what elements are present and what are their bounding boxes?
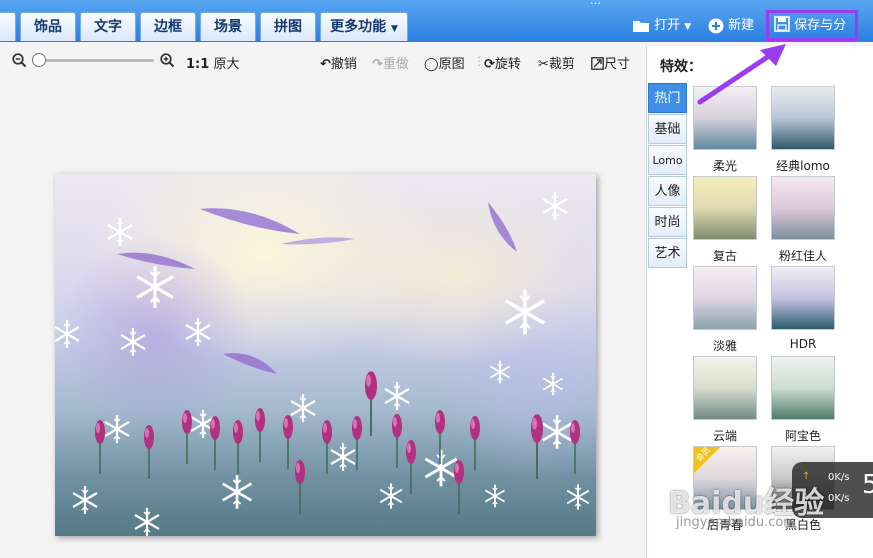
- effect-label: 云端: [712, 429, 737, 443]
- effect-label: 柔光: [712, 159, 737, 173]
- new-label: 新建: [728, 18, 755, 33]
- title-strip-fragment: …: [590, 0, 601, 7]
- tab-more-label: 更多功能: [330, 19, 387, 35]
- tab-border[interactable]: 边框: [140, 12, 196, 41]
- effect-thumbnail[interactable]: [771, 356, 835, 420]
- effects-title: 特效：: [660, 59, 702, 75]
- open-button[interactable]: 打开 ▼: [632, 16, 691, 36]
- zoom-in-icon: [160, 53, 175, 68]
- original-size-label: 原大: [213, 57, 240, 72]
- undo-label: 撤销: [330, 57, 357, 72]
- zoom-out-icon: [12, 53, 27, 68]
- save-icon: [774, 16, 790, 32]
- effect-label: HDR: [789, 337, 817, 351]
- plus-circle-icon: [708, 18, 724, 33]
- effect-label: 淡雅: [712, 339, 737, 353]
- edited-photo[interactable]: [55, 174, 596, 536]
- effect-thumbnail[interactable]: [693, 86, 757, 150]
- folder-icon: [633, 20, 649, 32]
- top-toolbar: … 饰品 文字 边框 场景 拼图 更多功能 ▼ 打开 ▼ 新建 保存与分享: [0, 0, 873, 58]
- tab-collage[interactable]: 拼图: [260, 12, 316, 41]
- category-fashion[interactable]: 时尚: [648, 207, 687, 237]
- category-portrait[interactable]: 人像: [648, 176, 687, 206]
- chevron-down-icon: ▼: [390, 24, 398, 34]
- undo-button[interactable]: ↶撤销: [320, 53, 357, 72]
- effect-label: 复古: [712, 249, 737, 263]
- crop-button[interactable]: ✂裁剪: [538, 53, 575, 72]
- resize-button[interactable]: 尺寸: [591, 53, 630, 72]
- effect-thumbnail[interactable]: [693, 356, 757, 420]
- redo-icon: ↷: [372, 57, 383, 72]
- category-art[interactable]: 艺术: [648, 238, 687, 268]
- open-label: 打开: [654, 18, 681, 33]
- undo-icon: ↶: [320, 57, 331, 72]
- effect-thumbnail[interactable]: [771, 176, 835, 240]
- effect-label: 粉红佳人: [778, 249, 827, 263]
- tab-partial[interactable]: [0, 12, 16, 41]
- rotate-label: 旋转: [494, 57, 521, 72]
- actual-size-button[interactable]: 1:1 原大: [186, 53, 239, 72]
- watermark-url: jingyan.baidu.com: [676, 515, 796, 530]
- zoom-ratio-label: 1:1: [186, 57, 210, 72]
- zoom-out-button[interactable]: [12, 53, 27, 71]
- effect-label: 阿宝色: [784, 429, 821, 443]
- vip-badge: 会员: [694, 447, 720, 473]
- zoom-slider-track[interactable]: [36, 59, 154, 62]
- original-image-button[interactable]: ◯原图: [424, 53, 465, 72]
- download-speed: 0K/s: [828, 493, 850, 504]
- effect-thumbnail[interactable]: [771, 266, 835, 330]
- new-button[interactable]: 新建: [708, 16, 754, 36]
- save-share-button[interactable]: 保存与分享: [766, 10, 858, 58]
- original-label: 原图: [438, 57, 465, 72]
- tab-more-features[interactable]: 更多功能 ▼: [320, 12, 408, 41]
- effect-thumbnail[interactable]: [693, 266, 757, 330]
- speed-percentage-fragment: 5: [862, 470, 873, 500]
- rotate-icon: ⟳: [484, 57, 495, 72]
- crop-label: 裁剪: [548, 57, 575, 72]
- category-basic[interactable]: 基础: [648, 114, 687, 144]
- tab-scene[interactable]: 场景: [200, 12, 256, 41]
- scissors-icon: ✂: [538, 57, 549, 72]
- rotate-button[interactable]: ⟳旋转: [484, 53, 521, 72]
- redo-label: 重做: [382, 57, 409, 72]
- category-hot[interactable]: 热门: [648, 83, 687, 113]
- upload-speed: 0K/s: [828, 472, 850, 483]
- resize-icon: [591, 57, 604, 70]
- tab-accessories[interactable]: 饰品: [20, 12, 76, 41]
- chevron-down-icon: ▼: [684, 22, 692, 32]
- photo-artwork: [55, 190, 590, 536]
- tab-text[interactable]: 文字: [80, 12, 136, 41]
- effect-thumbnail[interactable]: [693, 176, 757, 240]
- effect-label: 经典lomo: [776, 159, 830, 173]
- zoom-in-button[interactable]: [160, 53, 175, 71]
- redo-button[interactable]: ↷重做: [372, 53, 409, 72]
- zoom-slider-handle[interactable]: [32, 53, 46, 67]
- circle-icon: ◯: [424, 57, 439, 72]
- size-label: 尺寸: [604, 57, 631, 72]
- category-lomo[interactable]: Lomo: [648, 145, 687, 175]
- effect-thumbnail[interactable]: [771, 86, 835, 150]
